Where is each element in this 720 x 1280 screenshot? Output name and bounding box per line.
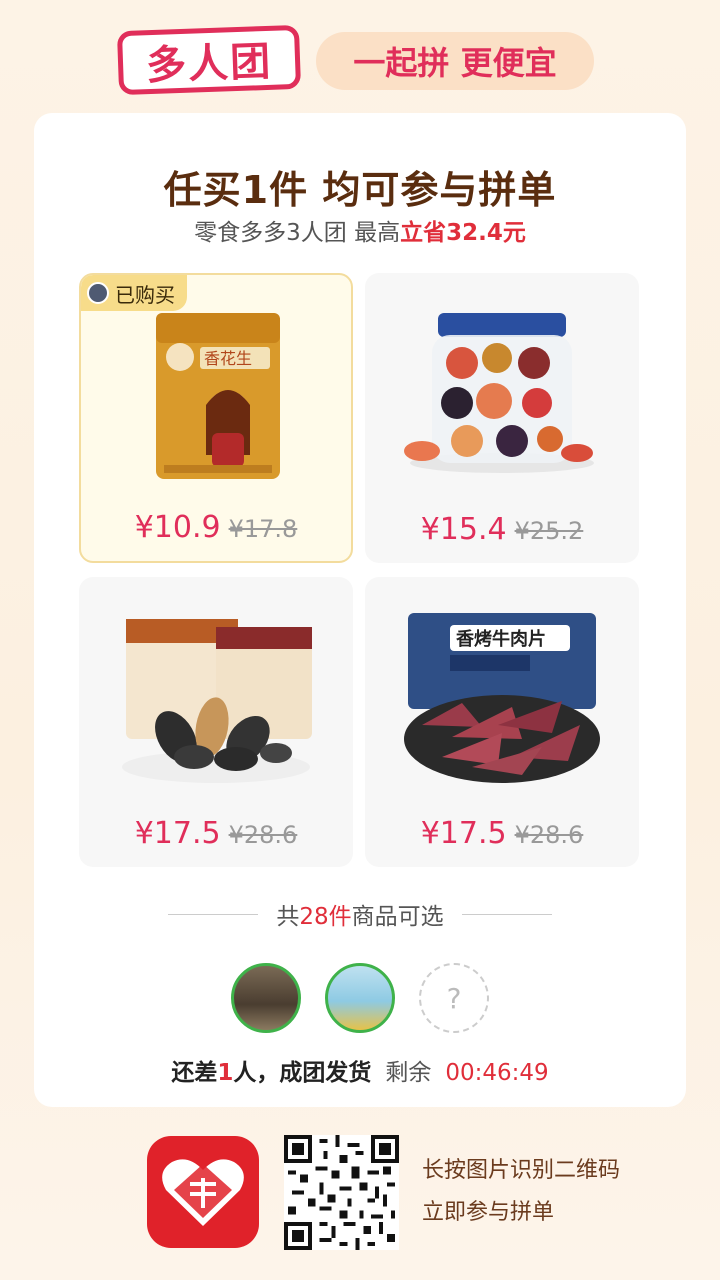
count-suffix: 商品可选 [351,904,444,930]
product-card-beef[interactable]: 香烤牛肉片 ¥17.5 ¥28.6 [365,577,639,867]
status-text: 还差1人，成团发货 [171,1053,371,1087]
count-number: 28件 [299,904,352,930]
member-avatar [325,963,395,1033]
product-count-divider: 共28件商品可选 [34,897,686,931]
price-row: ¥17.5 ¥28.6 [365,816,639,851]
group-price: ¥10.9 [134,510,221,545]
price-row: ¥10.9 ¥17.8 [81,510,351,545]
empty-slot-icon: ? [419,963,489,1033]
price-row: ¥15.4 ¥25.2 [365,512,639,547]
subline: 零食多多3人团 最高立省32.4元 [34,213,686,247]
header: 多人团 一起拼 更便宜 [0,0,720,110]
original-price: ¥17.8 [228,515,298,543]
status-prefix: 还差 [171,1060,218,1086]
countdown-timer: 00:46:49 [445,1060,549,1086]
sunflower-seeds-image [122,619,312,783]
product-card-peanuts[interactable]: 已购买 香花生 ¥10.9 ¥17.8 [79,273,353,563]
beef-package-label: 香烤牛肉片 [455,628,546,650]
dried-fruit-jar-image [404,313,594,473]
headline: 任买1件 均可参与拼单 [163,168,557,212]
original-price: ¥28.6 [228,821,298,849]
group-status: 还差1人，成团发货 剩余 00:46:49 [34,1053,686,1087]
footer-line-2: 立即参与拼单 [422,1200,555,1225]
product-count-text: 共28件商品可选 [276,897,443,931]
count-prefix: 共 [276,904,300,930]
savings-highlight: 立省32.4元 [400,220,526,246]
group-card: 任买1件 均可参与拼单 零食多多3人团 最高立省32.4元 已购买 香花生 ¥1… [34,113,686,1107]
beef-jerky-image: 香烤牛肉片 [404,613,600,783]
price-row: ¥17.5 ¥28.6 [79,816,353,851]
group-price: ¥17.5 [134,816,221,851]
original-price: ¥25.2 [514,517,584,545]
divider-line [461,913,552,915]
product-card-dried-fruit[interactable]: ¥15.4 ¥25.2 [365,273,639,563]
group-price: ¥15.4 [420,512,507,547]
heart-icon [162,1159,244,1226]
product-card-seeds[interactable]: ¥17.5 ¥28.6 [79,577,353,867]
bought-label: 已购买 [115,282,175,307]
remaining-label: 剩余 [385,1060,432,1086]
original-price: ¥28.6 [514,821,584,849]
slogan-pill: 一起拼 更便宜 [316,32,594,90]
peanuts-image: 香花生 [156,313,280,479]
member-avatar [231,963,301,1033]
divider-line [168,913,259,915]
brand-logo: 多人团 [116,24,302,96]
status-suffix: 人，成团发货 [233,1060,372,1086]
group-members: ? [34,963,686,1033]
status-number: 1 [217,1060,234,1086]
qr-code[interactable] [284,1135,399,1250]
footer-line-1: 长按图片识别二维码 [422,1158,621,1183]
buyer-avatar [87,282,109,304]
group-price: ¥17.5 [420,816,507,851]
pinduoduo-logo-icon [147,1136,259,1248]
package-label: 香花生 [204,349,252,368]
subline-text: 零食多多3人团 最高 [194,220,401,246]
footer-instructions: 长按图片识别二维码 立即参与拼单 [422,1150,620,1234]
